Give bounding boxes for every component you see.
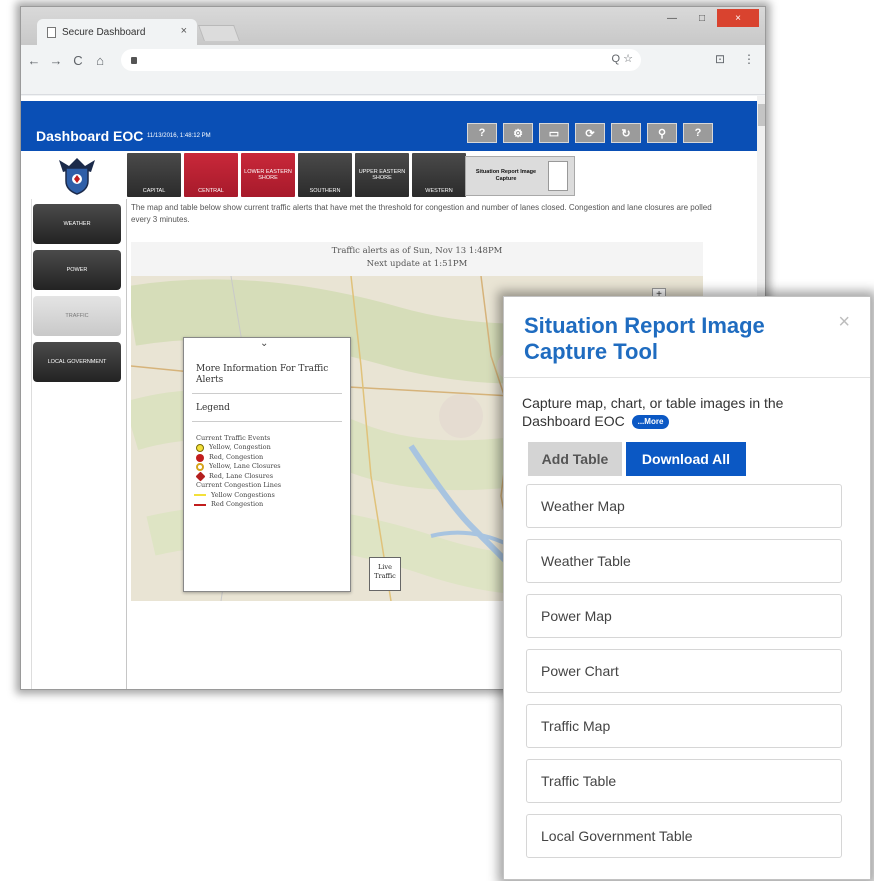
- legend-item: Red, Lane Closures: [195, 471, 281, 482]
- extension-icon[interactable]: ⊡: [715, 52, 725, 66]
- capture-item-weather-table[interactable]: Weather Table: [526, 539, 842, 583]
- red-circle-icon: [196, 453, 204, 462]
- dialog-title: Situation Report Image Capture Tool: [524, 313, 765, 365]
- settings-button[interactable]: ⚙: [503, 123, 533, 143]
- more-button[interactable]: ...More: [631, 414, 670, 429]
- legend-item: Red Congestion: [194, 500, 281, 509]
- location-button[interactable]: ⚲: [647, 123, 677, 143]
- legend-item: Yellow Congestions: [194, 491, 281, 500]
- legend-item: Red, Congestion: [196, 453, 281, 462]
- region-tab-southern[interactable]: SOUTHERN: [298, 153, 352, 197]
- sidebar-border: [31, 199, 32, 689]
- sitrep-capture-button[interactable]: Situation Report Image Capture: [465, 156, 575, 196]
- divider: [504, 377, 870, 378]
- document-icon: [548, 161, 568, 191]
- minimize-button[interactable]: —: [657, 9, 687, 27]
- dialog-description: Capture map, chart, or table images in t…: [522, 395, 784, 429]
- yellow-circle-icon: [196, 444, 204, 453]
- close-window-button[interactable]: ×: [717, 9, 759, 27]
- info-button[interactable]: ?: [683, 123, 713, 143]
- window-button[interactable]: ▭: [539, 123, 569, 143]
- toolbar-right: ⊡ ⋮: [715, 52, 755, 66]
- yellow-ring-icon: [196, 462, 204, 471]
- close-icon[interactable]: ×: [838, 311, 850, 334]
- divider: [192, 393, 342, 394]
- capture-item-traffic-map[interactable]: Traffic Map: [526, 704, 842, 748]
- window-controls: — □ ×: [657, 9, 759, 27]
- divider: [192, 421, 342, 422]
- region-tabs: CAPITAL CENTRAL LOWER EASTERN SHORE SOUT…: [127, 153, 466, 197]
- legend-item: Yellow, Lane Closures: [196, 462, 281, 471]
- sidebar-item-local-government[interactable]: LOCAL GOVERNMENT: [33, 342, 121, 382]
- red-line-icon: [194, 503, 206, 506]
- maximize-button[interactable]: □: [687, 9, 717, 27]
- capture-item-weather-map[interactable]: Weather Map: [526, 484, 842, 528]
- back-icon[interactable]: ←: [25, 51, 43, 69]
- reload-button[interactable]: ↻: [611, 123, 641, 143]
- capture-item-traffic-table[interactable]: Traffic Table: [526, 759, 842, 803]
- chevron-down-icon[interactable]: ⌄: [260, 338, 268, 349]
- capture-item-power-chart[interactable]: Power Chart: [526, 649, 842, 693]
- yellow-line-icon: [194, 494, 206, 497]
- region-tab-capital[interactable]: CAPITAL: [127, 153, 181, 197]
- app-title: Dashboard EOC: [36, 128, 144, 144]
- traffic-description: The map and table below show current tra…: [131, 203, 712, 224]
- tab-close-icon[interactable]: ×: [181, 25, 187, 37]
- traffic-info-panel: ⌄ More Information For Traffic Alerts Le…: [183, 337, 351, 592]
- sidebar-divider: [126, 199, 127, 689]
- scrollbar-thumb[interactable]: [758, 104, 765, 126]
- new-tab-button[interactable]: [198, 25, 240, 41]
- address-bar[interactable]: Q ☆: [121, 49, 641, 71]
- page-icon: [47, 26, 56, 38]
- browser-toolbar: ← → C ⌂ Q ☆ ⊡ ⋮: [21, 45, 765, 75]
- dialog-actions: Add Table Download All: [528, 442, 746, 476]
- legend-section-lines: Current Congestion Lines: [196, 481, 282, 490]
- sidebar-item-weather[interactable]: WEATHER: [33, 204, 121, 244]
- help-button[interactable]: ?: [467, 123, 497, 143]
- region-tab-upper-eastern-shore[interactable]: UPPER EASTERN SHORE: [355, 153, 409, 197]
- sitrep-label: Situation Report Image Capture: [475, 169, 537, 182]
- next-update: Next update at 1:51PM: [366, 258, 468, 269]
- sitrep-capture-dialog: Situation Report Image Capture Tool × Ca…: [503, 296, 871, 880]
- legend-list: Current Traffic Events Yellow, Congestio…: [194, 434, 282, 509]
- add-table-button[interactable]: Add Table: [528, 442, 622, 476]
- sidebar-item-power[interactable]: POWER: [33, 250, 121, 290]
- eagle-shield-logo: [59, 158, 95, 195]
- title-bar: Secure Dashboard × — □ ×: [21, 7, 765, 45]
- info-panel-title: More Information For Traffic Alerts: [196, 364, 329, 385]
- tab-title: Secure Dashboard: [62, 26, 146, 38]
- forward-icon[interactable]: →: [47, 51, 65, 69]
- reload-icon[interactable]: C: [69, 51, 87, 69]
- refresh-button[interactable]: ⟳: [575, 123, 605, 143]
- region-tab-lower-eastern-shore[interactable]: LOWER EASTERN SHORE: [241, 153, 295, 197]
- lock-icon: [131, 56, 137, 64]
- header-date: 11/13/2016, 1:48:12 PM: [147, 133, 211, 139]
- region-tab-central[interactable]: CENTRAL: [184, 153, 238, 197]
- bookmark-bar: [21, 75, 765, 95]
- menu-icon[interactable]: ⋮: [743, 52, 755, 66]
- omnibox-icons[interactable]: Q ☆: [612, 52, 633, 65]
- legend-item: Yellow, Congestion: [196, 443, 281, 453]
- alerts-as-of: Traffic alerts as of Sun, Nov 13 1:48PM: [331, 246, 503, 256]
- live-traffic-button[interactable]: Live Traffic: [369, 557, 401, 591]
- download-all-button[interactable]: Download All: [626, 442, 746, 476]
- capture-item-power-map[interactable]: Power Map: [526, 594, 842, 638]
- home-icon[interactable]: ⌂: [91, 51, 109, 69]
- legend-heading[interactable]: Legend: [196, 403, 230, 413]
- alert-status: Traffic alerts as of Sun, Nov 13 1:48PM …: [131, 242, 703, 278]
- capture-item-local-government-table[interactable]: Local Government Table: [526, 814, 842, 858]
- tool-buttons: ? ⚙ ▭ ⟳ ↻ ⚲ ?: [467, 123, 713, 143]
- legend-section-events: Current Traffic Events: [196, 434, 271, 442]
- red-diamond-icon: [195, 471, 206, 482]
- region-tab-western[interactable]: WESTERN: [412, 153, 466, 197]
- header-bar: Dashboard EOC 11/13/2016, 1:48:12 PM ? ⚙…: [21, 101, 765, 151]
- sidebar-item-traffic[interactable]: TRAFFIC: [33, 296, 121, 336]
- browser-tab[interactable]: Secure Dashboard ×: [37, 19, 197, 45]
